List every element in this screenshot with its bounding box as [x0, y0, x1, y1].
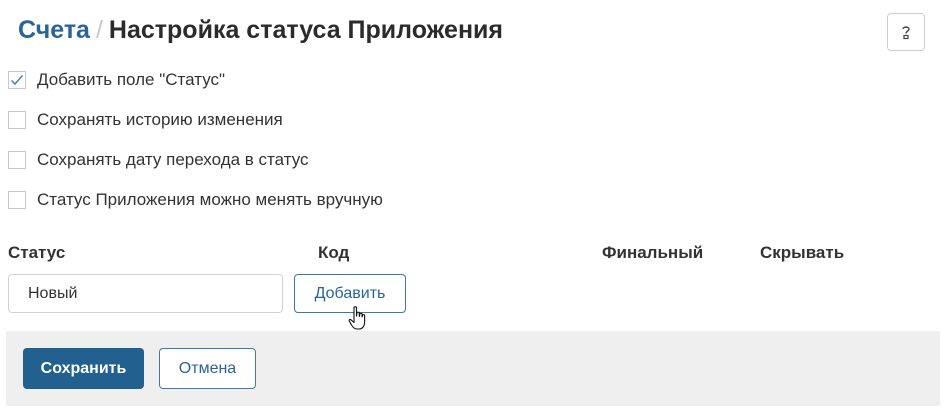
status-name-input[interactable] [8, 274, 283, 313]
page-title: Настройка статуса Приложения [108, 16, 504, 44]
option-label: Добавить поле "Статус" [37, 70, 226, 89]
option-label: Сохранять дату перехода в статус [37, 150, 309, 169]
option-label: Сохранять историю изменения [37, 110, 283, 129]
column-header-final: Финальный [602, 243, 704, 262]
checkbox[interactable] [8, 191, 26, 209]
checkbox[interactable] [8, 71, 26, 89]
checkbox[interactable] [8, 111, 26, 129]
option-label: Статус Приложения можно менять вручную [37, 190, 383, 209]
help-button[interactable] [887, 13, 925, 51]
hand-pointer-icon [348, 306, 366, 330]
column-header-status: Статус [8, 243, 66, 262]
option-add-status-field[interactable]: Добавить поле "Статус" [8, 70, 225, 90]
option-save-transition-date[interactable]: Сохранять дату перехода в статус [8, 150, 309, 170]
option-save-history[interactable]: Сохранять историю изменения [8, 110, 283, 130]
column-header-code: Код [318, 243, 350, 262]
breadcrumb-link[interactable]: Счета [18, 16, 90, 44]
checkbox[interactable] [8, 151, 26, 169]
save-button[interactable]: Сохранить [23, 348, 144, 389]
cancel-button[interactable]: Отмена [159, 348, 256, 389]
page-header: Счета / Настройка статуса Приложения [18, 16, 503, 45]
option-manual-status-change[interactable]: Статус Приложения можно менять вручную [8, 190, 383, 210]
form-footer: Сохранить Отмена [6, 331, 940, 406]
question-icon [902, 26, 910, 40]
checkmark-icon [10, 75, 24, 86]
column-header-hide: Скрывать [760, 243, 845, 262]
breadcrumb-separator: / [95, 16, 103, 44]
